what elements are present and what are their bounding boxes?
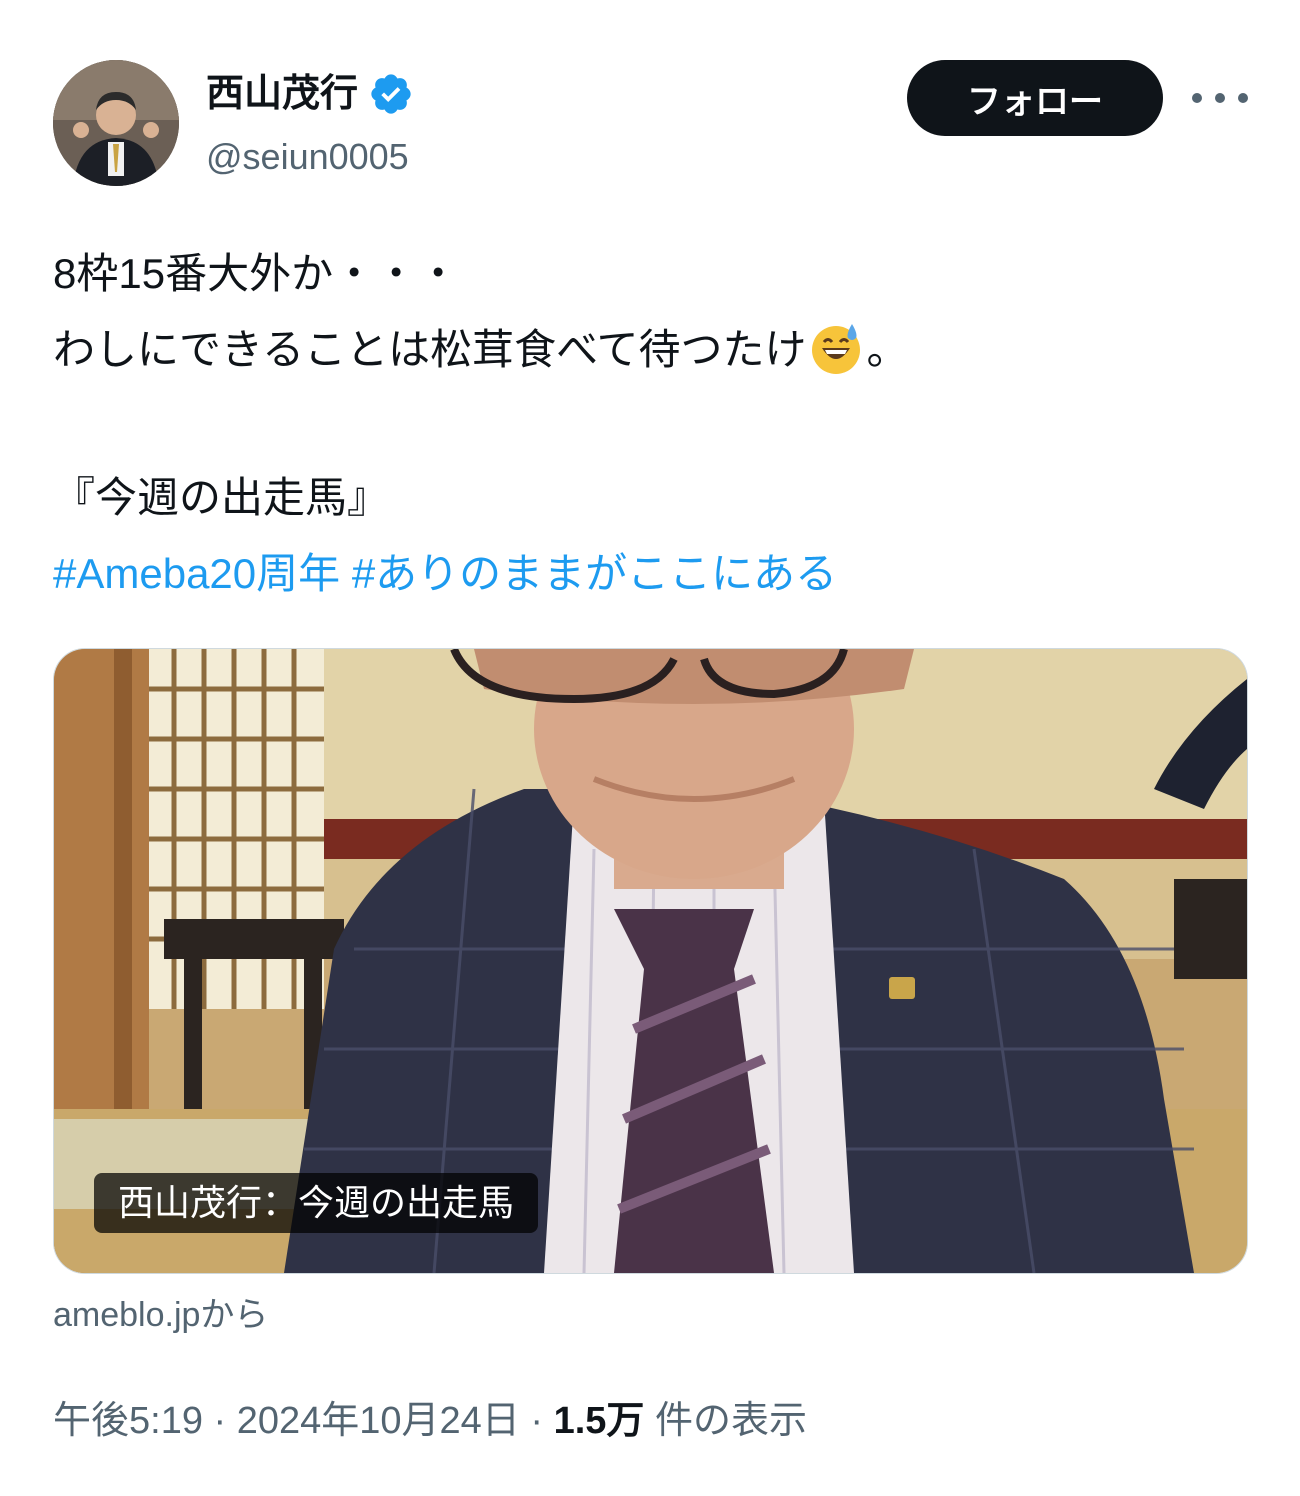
views-label: 件の表示 (655, 1400, 808, 1442)
views-count: 1.5万 (553, 1400, 645, 1442)
hashtag-row: #Ameba20周年 #ありのままがここにある (53, 546, 837, 602)
post-text-line-2-end: 。 (866, 326, 909, 373)
link-card-source[interactable]: ameblo.jpから (53, 1290, 268, 1340)
meta-separator: · (530, 1400, 544, 1442)
post-text-line-1: 8枠15番大外か・・・ (53, 250, 460, 297)
more-options-icon[interactable] (1192, 76, 1248, 120)
grinning-face-with-sweat-emoji-icon (808, 320, 864, 376)
user-handle[interactable]: @seiun0005 (206, 132, 409, 182)
post-text-line-2-main: わしにできることは松茸食べて待つたけ (53, 326, 807, 373)
display-name-row[interactable]: 西山茂行 (206, 68, 414, 120)
avatar[interactable] (53, 60, 179, 186)
post-time[interactable]: 午後5:19 (53, 1400, 203, 1442)
display-name[interactable]: 西山茂行 (206, 68, 358, 120)
link-card[interactable]: 西山茂行：今週の出走馬 (53, 648, 1248, 1274)
post-text-line-3: 『今週の出走馬』 (53, 474, 390, 521)
post-date[interactable]: 2024年10月24日 (237, 1400, 520, 1442)
verified-badge-icon[interactable] (368, 71, 414, 117)
hashtag-ameba20[interactable]: #Ameba20周年 (53, 550, 340, 597)
hashtag-arinomama[interactable]: #ありのままがここにある (352, 550, 837, 597)
post-text-line-2: わしにできることは松茸食べて待つたけ 。 (53, 320, 909, 378)
avatar-photo (53, 60, 179, 186)
meta-separator: · (213, 1400, 227, 1442)
post-meta: 午後5:19 · 2024年10月24日 · 1.5万 件の表示 (53, 1394, 807, 1448)
follow-button[interactable]: フォロー (907, 60, 1163, 136)
link-card-title: 西山茂行：今週の出走馬 (94, 1173, 539, 1233)
